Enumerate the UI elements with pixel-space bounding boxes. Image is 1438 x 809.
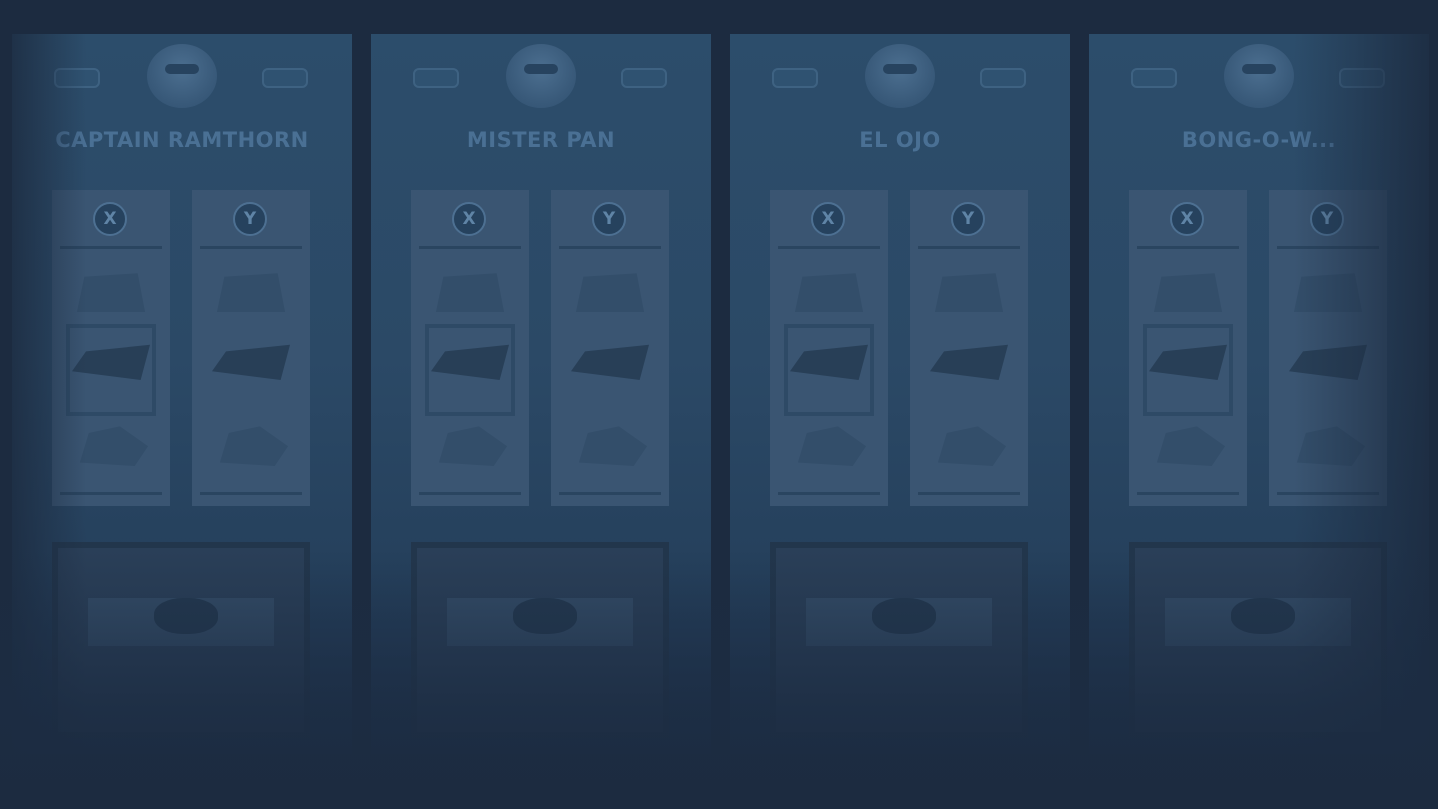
x-column[interactable]: X xyxy=(770,190,888,506)
next-badge[interactable] xyxy=(1339,68,1385,88)
column-divider xyxy=(1277,492,1379,495)
skull-portrait-icon xyxy=(865,44,935,108)
rock-item-icon xyxy=(219,426,288,466)
character-panel-captain-ramthorn[interactable]: CAPTAIN RAMTHORN X Y xyxy=(12,34,352,754)
column-divider xyxy=(559,492,661,495)
character-name: EL OJO xyxy=(859,128,941,152)
preview-prop-icon xyxy=(872,598,936,634)
y-button-icon[interactable]: Y xyxy=(233,202,267,236)
spike-board-icon[interactable] xyxy=(1289,344,1367,380)
column-divider xyxy=(200,492,302,495)
column-divider xyxy=(559,246,661,249)
y-column[interactable]: Y xyxy=(192,190,310,506)
column-divider xyxy=(1277,246,1379,249)
preview-prop-icon xyxy=(1231,598,1295,634)
hat-item-icon xyxy=(76,273,146,312)
spike-mat-icon xyxy=(794,273,864,312)
character-panel-mister-pan[interactable]: MISTER PAN X Y xyxy=(371,34,711,754)
ramp-item-icon xyxy=(216,273,286,312)
next-badge[interactable] xyxy=(980,68,1026,88)
column-divider xyxy=(60,246,162,249)
preview-tray xyxy=(411,542,669,738)
next-badge[interactable] xyxy=(621,68,667,88)
pillar-item-icon xyxy=(797,426,866,466)
x-button-icon[interactable]: X xyxy=(93,202,127,236)
preview-tray xyxy=(52,542,310,738)
column-divider xyxy=(60,492,162,495)
preview-tray xyxy=(770,542,1028,738)
column-divider xyxy=(200,246,302,249)
column-divider xyxy=(918,492,1020,495)
column-divider xyxy=(778,492,880,495)
x-button-icon[interactable]: X xyxy=(811,202,845,236)
y-column[interactable]: Y xyxy=(1269,190,1387,506)
ramp-item-icon xyxy=(1293,273,1363,312)
prev-badge[interactable] xyxy=(413,68,459,88)
next-badge[interactable] xyxy=(262,68,308,88)
rock-item-icon xyxy=(578,426,647,466)
prev-badge[interactable] xyxy=(1131,68,1177,88)
character-panel-el-ojo[interactable]: EL OJO X Y xyxy=(730,34,1070,754)
banner-item-icon xyxy=(435,273,505,312)
prev-badge[interactable] xyxy=(54,68,100,88)
prev-badge[interactable] xyxy=(772,68,818,88)
tent-item-icon xyxy=(1156,426,1225,466)
rock-item-icon xyxy=(1296,426,1365,466)
spike-board-icon[interactable] xyxy=(930,344,1008,380)
y-column[interactable]: Y xyxy=(910,190,1028,506)
character-name: BONG-O-W... xyxy=(1181,128,1337,152)
spike-board-icon[interactable] xyxy=(571,344,649,380)
y-button-icon[interactable]: Y xyxy=(1310,202,1344,236)
crate-item-icon xyxy=(438,426,507,466)
character-select-screen: CAPTAIN RAMTHORN X Y MISTER PAN X Y EL O… xyxy=(0,0,1438,809)
column-divider xyxy=(778,246,880,249)
x-button-icon[interactable]: X xyxy=(1170,202,1204,236)
column-divider xyxy=(1137,246,1239,249)
column-divider xyxy=(1137,492,1239,495)
x-button-icon[interactable]: X xyxy=(452,202,486,236)
x-column[interactable]: X xyxy=(411,190,529,506)
y-button-icon[interactable]: Y xyxy=(592,202,626,236)
panda-portrait-icon xyxy=(506,44,576,108)
preview-prop-icon xyxy=(154,598,218,634)
x-column[interactable]: X xyxy=(1129,190,1247,506)
column-divider xyxy=(419,246,521,249)
preview-tray xyxy=(1129,542,1387,738)
character-name: MISTER PAN xyxy=(466,128,616,152)
preview-prop-icon xyxy=(513,598,577,634)
ramp-item-icon xyxy=(575,273,645,312)
character-name: CAPTAIN RAMTHORN xyxy=(55,128,309,152)
character-panel-bong-o-w[interactable]: BONG-O-W... X Y xyxy=(1089,34,1429,754)
y-button-icon[interactable]: Y xyxy=(951,202,985,236)
next-item-icon xyxy=(79,426,148,466)
column-divider xyxy=(918,246,1020,249)
ram-portrait-icon xyxy=(147,44,217,108)
rock-item-icon xyxy=(937,426,1006,466)
y-column[interactable]: Y xyxy=(551,190,669,506)
spike-board-icon[interactable] xyxy=(212,344,290,380)
ramp-item-icon xyxy=(934,273,1004,312)
drum-item-icon xyxy=(1153,273,1223,312)
x-column[interactable]: X xyxy=(52,190,170,506)
column-divider xyxy=(419,492,521,495)
flame-portrait-icon xyxy=(1224,44,1294,108)
